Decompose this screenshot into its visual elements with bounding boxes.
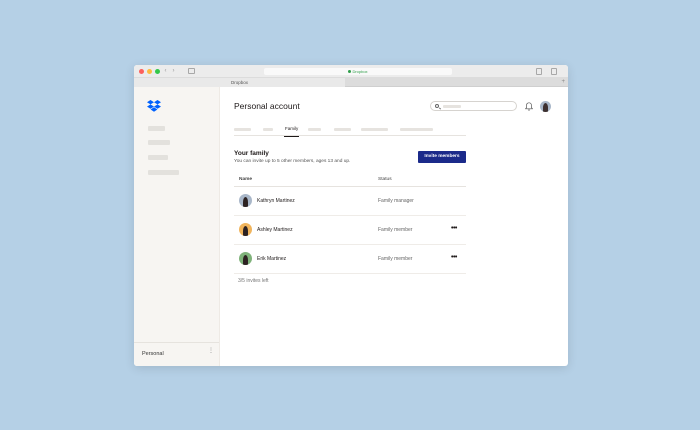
tab-placeholder[interactable] — [361, 128, 388, 131]
account-menu-icon[interactable]: ⋮ — [208, 348, 214, 354]
member-name: Kathryn Martinez — [257, 198, 295, 204]
avatar-icon[interactable] — [540, 101, 551, 112]
app-body: Personal ⋮ Personal account Family Your … — [134, 87, 568, 366]
table-row: Kathryn Martinez Family manager — [234, 187, 466, 216]
browser-tabbar: Dropbox + — [134, 78, 568, 87]
invites-remaining: 3/5 invites left — [238, 278, 269, 284]
close-window-button[interactable] — [139, 69, 144, 74]
minimize-window-button[interactable] — [147, 69, 152, 74]
search-icon — [435, 104, 439, 108]
tab-placeholder[interactable] — [334, 128, 351, 131]
search-placeholder — [443, 105, 461, 108]
section-subtitle: You can invite up to 5 other members, ag… — [234, 159, 351, 164]
secure-lock-icon — [348, 70, 352, 74]
more-options-icon[interactable]: ••• — [451, 225, 457, 232]
section-title: Your family — [234, 150, 269, 157]
back-button[interactable]: ‹ — [163, 68, 168, 75]
sidebar-item-placeholder[interactable] — [148, 155, 168, 160]
avatar — [239, 223, 252, 236]
more-options-icon[interactable]: ••• — [451, 254, 457, 261]
sidebar-item-placeholder[interactable] — [148, 170, 179, 175]
tabs-overview-icon[interactable] — [551, 68, 557, 75]
app-sidebar: Personal ⋮ — [134, 87, 220, 366]
main-content: Personal account Family Your family You — [220, 87, 568, 366]
avatar — [239, 252, 252, 265]
member-status: Family member — [378, 227, 413, 233]
avatar — [239, 194, 252, 207]
address-text: Dropbox — [352, 69, 368, 74]
maximize-window-button[interactable] — [155, 69, 160, 74]
browser-window: ‹ › Dropbox Dropbox + Personal ⋮ Persona… — [134, 65, 568, 366]
column-header-status: Status — [378, 177, 392, 182]
table-header: Name Status — [234, 175, 466, 187]
sidebar-toggle-icon[interactable] — [188, 68, 195, 74]
member-name: Erik Martinez — [257, 256, 287, 262]
member-status: Family manager — [378, 198, 414, 204]
tab-placeholder[interactable] — [308, 128, 321, 131]
tab-family[interactable]: Family — [283, 126, 300, 137]
page-title: Personal account — [234, 101, 300, 111]
sidebar-item-placeholder[interactable] — [148, 126, 165, 131]
bell-icon[interactable] — [525, 102, 533, 111]
column-header-name: Name — [239, 177, 253, 182]
search-input[interactable] — [430, 101, 517, 111]
tab-placeholder[interactable] — [263, 128, 273, 131]
browser-titlebar: ‹ › Dropbox — [134, 65, 568, 78]
table-row: Erik Martinez Family member ••• — [234, 245, 466, 274]
dropbox-logo-icon[interactable] — [147, 100, 161, 112]
window-controls — [139, 69, 160, 74]
browser-tab[interactable]: Dropbox — [134, 78, 345, 87]
invite-members-button[interactable]: Invite members — [418, 151, 466, 163]
member-status: Family member — [378, 256, 413, 262]
account-tabs: Family — [234, 123, 466, 137]
account-switcher[interactable]: Personal ⋮ — [134, 342, 219, 366]
new-tab-button[interactable]: + — [561, 78, 565, 87]
sidebar-item-placeholder[interactable] — [148, 140, 170, 145]
table-row: Ashley Martinez Family member ••• — [234, 216, 466, 245]
member-name: Ashley Martinez — [257, 227, 293, 233]
share-icon[interactable] — [536, 68, 542, 75]
address-bar[interactable]: Dropbox — [264, 68, 452, 75]
forward-button[interactable]: › — [171, 68, 176, 75]
account-label: Personal — [142, 351, 164, 357]
tab-placeholder[interactable] — [400, 128, 433, 131]
tab-placeholder[interactable] — [234, 128, 251, 131]
